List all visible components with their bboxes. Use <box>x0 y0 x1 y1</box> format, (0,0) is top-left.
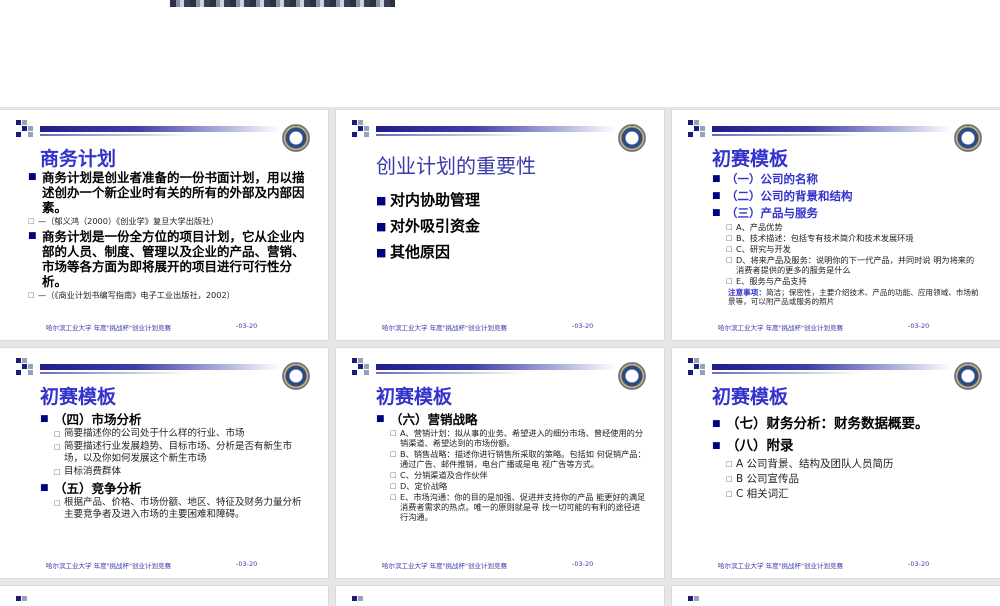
title-bar <box>712 364 952 370</box>
slide-footer: 哈尔滨工业大学 年度"挑战杯"创业计划竞赛 -03-20 <box>718 322 930 332</box>
sub-bullet: C、分销渠道及合作伙伴 <box>390 470 646 480</box>
bullet: （七）财务分析：财务数据概要。 <box>712 414 982 434</box>
top-slide-fragment <box>0 0 1000 107</box>
slide-3[interactable]: 初赛模板 （一）公司的名称 （二）公司的背景和结构 （三）产品与服务 A、产品优… <box>672 110 1000 340</box>
slide-title: 创业计划的重要性 <box>376 154 536 178</box>
university-logo <box>282 362 310 390</box>
slide-footer: 哈尔滨工业大学 年度"挑战杯"创业计划竞赛 -03-20 <box>382 322 594 332</box>
slide-8-partial[interactable] <box>336 586 664 606</box>
bullet: （一）公司的名称 <box>712 172 982 187</box>
decoration-squares <box>352 596 380 606</box>
title-bar <box>40 364 280 370</box>
slide-1[interactable]: 商务计划 商务计划是创业者准备的一份书面计划，用以描述创办一个新企业时有关的所有… <box>0 110 328 340</box>
university-logo <box>954 362 982 390</box>
bullet: （五）竞争分析 <box>40 481 310 496</box>
slide-title: 初赛模板 <box>376 386 453 408</box>
university-logo <box>954 124 982 152</box>
slide-6[interactable]: 初赛模板 （七）财务分析：财务数据概要。 （八）附录 A 公司背景、结构及团队人… <box>672 348 1000 578</box>
slide-title: 商务计划 <box>40 148 117 170</box>
bullet: 商务计划是创业者准备的一份书面计划，用以描述创办一个新企业时有关的所有的外部及内… <box>28 170 310 215</box>
sub-bullet: E、服务与产品支持 <box>726 276 982 286</box>
title-bar <box>40 126 280 132</box>
decoration-squares <box>688 120 716 146</box>
note: 注意事项：简洁；保密性，主要介绍技术、产品的功能、应用领域、市场前景等，可以附产… <box>728 288 979 306</box>
bullet: 对外吸引资金 <box>376 214 646 239</box>
slide-footer: 哈尔滨工业大学 年度"挑战杯"创业计划竞赛 -03-20 <box>46 560 258 570</box>
decoration-squares <box>16 596 44 606</box>
bullet: （八）附录 <box>712 436 982 456</box>
decoration-squares <box>688 358 716 384</box>
header-image <box>170 0 395 7</box>
bullet: （四）市场分析 <box>40 412 310 427</box>
sub-bullet: E、市场沟通：你的目的是加强、促进并支持你的产品 能更好的满足消费者需求的热点。… <box>390 492 646 522</box>
university-logo <box>282 124 310 152</box>
sub-bullet: A、营销计划：拟从事的业务、希望进入的细分市场、曾经使用的分销渠道、希望达到的市… <box>390 428 646 448</box>
decoration-squares <box>16 358 44 384</box>
title-bar <box>376 364 616 370</box>
sub-bullet: C、研究与开发 <box>726 244 982 254</box>
sub-bullet: —（《商业计划书编写指南》电子工业出版社，2002） <box>28 290 310 300</box>
title-bar <box>376 126 616 132</box>
sub-bullet: B 公司宣传品 <box>726 472 982 486</box>
title-bar <box>712 126 952 132</box>
sub-bullet: 根据产品、价格、市场份额、地区、特征及财务力量分析主要竞争者及进入市场的主要困难… <box>54 497 310 521</box>
slide-7-partial[interactable] <box>0 586 328 606</box>
bullet: （六）营销战略 <box>376 412 646 427</box>
slide-5[interactable]: 初赛模板 （六）营销战略 A、营销计划：拟从事的业务、希望进入的细分市场、曾经使… <box>336 348 664 578</box>
sub-bullet: —（郁义鸿（2000）《创业学》复旦大学出版社） <box>28 216 310 226</box>
slide-footer: 哈尔滨工业大学 年度"挑战杯"创业计划竞赛 -03-20 <box>382 560 594 570</box>
sub-bullet: D、将来产品及服务：说明你的下一代产品，并同时说 明为将来的消费者提供的更多的服… <box>726 255 982 275</box>
sub-bullet: C 相关词汇 <box>726 487 982 501</box>
sub-bullet: D、定价战略 <box>390 481 646 491</box>
sub-bullet: 目标消费群体 <box>54 466 310 478</box>
sub-bullet: B、技术描述：包括专有技术简介和技术发展环境 <box>726 233 982 243</box>
decoration-squares <box>688 596 716 606</box>
slide-title: 初赛模板 <box>712 386 789 408</box>
sub-bullet: A 公司背景、结构及团队人员简历 <box>726 457 982 471</box>
decoration-squares <box>352 120 380 146</box>
slide-title: 初赛模板 <box>40 386 117 408</box>
slide-footer: 哈尔滨工业大学 年度"挑战杯"创业计划竞赛 -03-20 <box>46 322 258 332</box>
slide-footer: 哈尔滨工业大学 年度"挑战杯"创业计划竞赛 -03-20 <box>718 560 930 570</box>
university-logo <box>618 124 646 152</box>
bullet: 对内协助管理 <box>376 188 646 213</box>
sub-bullet: 简要描述行业发展趋势、目标市场、分析是否有新生市场，以及你如何发展这个新生市场 <box>54 441 310 465</box>
decoration-squares <box>352 358 380 384</box>
university-logo <box>618 362 646 390</box>
sub-bullet: 简要描述你的公司处于什么样的行业、市场 <box>54 428 310 440</box>
slide-title: 初赛模板 <box>712 148 789 170</box>
decoration-squares <box>16 120 44 146</box>
slide-4[interactable]: 初赛模板 （四）市场分析 简要描述你的公司处于什么样的行业、市场 简要描述行业发… <box>0 348 328 578</box>
bullet: 商务计划是一份全方位的项目计划，它从企业内部的人员、制度、管理以及企业的产品、营… <box>28 229 310 289</box>
slide-9-partial[interactable] <box>672 586 1000 606</box>
sub-bullet: A、产品优势 <box>726 222 982 232</box>
bullet: 其他原因 <box>376 240 646 265</box>
sub-bullet: B、销售战略：描述你进行销售所采取的策略。包括如 何促销产品：通过广告、邮件推销… <box>390 449 646 469</box>
slide-2[interactable]: 创业计划的重要性 对内协助管理 对外吸引资金 其他原因 哈尔滨工业大学 年度"挑… <box>336 110 664 340</box>
bullet: （二）公司的背景和结构 <box>712 189 982 204</box>
bullet: （三）产品与服务 <box>712 206 982 221</box>
